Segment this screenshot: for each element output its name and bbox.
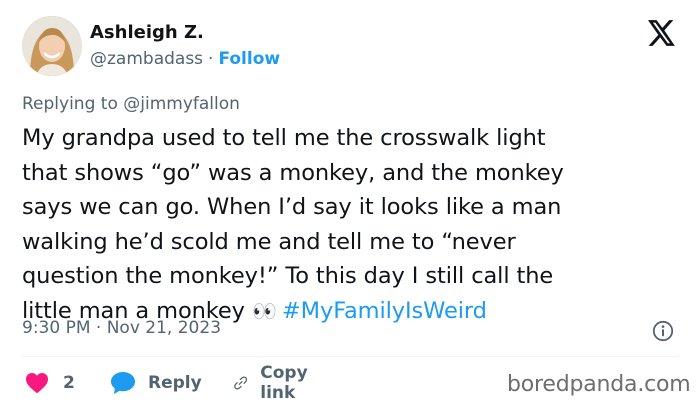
author-meta: @zambadass · Follow <box>90 49 280 69</box>
follow-button[interactable]: Follow <box>218 49 280 69</box>
reply-context-prefix: Replying to <box>22 94 118 114</box>
reply-label: Reply <box>148 373 202 393</box>
tweet-line: walking he’d scold me and tell me to “ne… <box>22 228 516 255</box>
reply-bubble-icon <box>111 372 135 394</box>
tweet-date: Nov 21, 2023 <box>106 318 222 338</box>
tweet-card: Ashleigh Z. @zambadass · Follow Replying t… <box>0 0 700 410</box>
tweet-text: My grandpa used to tell me the crosswalk… <box>22 121 678 328</box>
tweet-line: question the monkey!” To this day I stil… <box>22 263 554 289</box>
x-logo-icon[interactable] <box>648 20 676 46</box>
reply-context-handle[interactable]: @jimmyfallon <box>123 94 240 114</box>
author-separator: · <box>208 49 214 69</box>
heart-icon <box>26 373 48 394</box>
reply-context: Replying to @jimmyfallon <box>22 94 240 114</box>
tweet-line: My grandpa used to tell me the crosswalk… <box>22 125 546 151</box>
like-count: 2 <box>63 373 75 393</box>
author-handle[interactable]: @zambadass <box>90 49 203 69</box>
tweet-line: that shows “go” was a monkey, and the mo… <box>22 159 564 186</box>
author-name[interactable]: Ashleigh Z. <box>90 22 204 43</box>
tweet-line: says we can go. When I’d say it looks li… <box>22 194 562 220</box>
tweet-meta-separator: · <box>95 318 102 338</box>
avatar[interactable] <box>22 16 82 76</box>
like-button[interactable]: 2 <box>25 368 75 398</box>
avatar-photo-icon <box>22 16 82 76</box>
link-icon <box>234 376 248 390</box>
watermark: boredpanda.com <box>507 372 691 397</box>
tweet-time: 9:30 PM <box>22 318 91 338</box>
eyes-emoji-icon: 👀 <box>251 298 277 323</box>
divider <box>22 356 678 357</box>
copy-link-label: Copy link <box>260 363 308 403</box>
copy-link-button[interactable]: Copy link <box>233 363 316 403</box>
hashtag-link[interactable]: #MyFamilyIsWeird <box>282 298 487 324</box>
info-icon[interactable] <box>652 320 674 342</box>
reply-button[interactable]: Reply <box>110 368 202 398</box>
tweet-timestamp[interactable]: 9:30 PM · Nov 21, 2023 <box>22 318 221 338</box>
